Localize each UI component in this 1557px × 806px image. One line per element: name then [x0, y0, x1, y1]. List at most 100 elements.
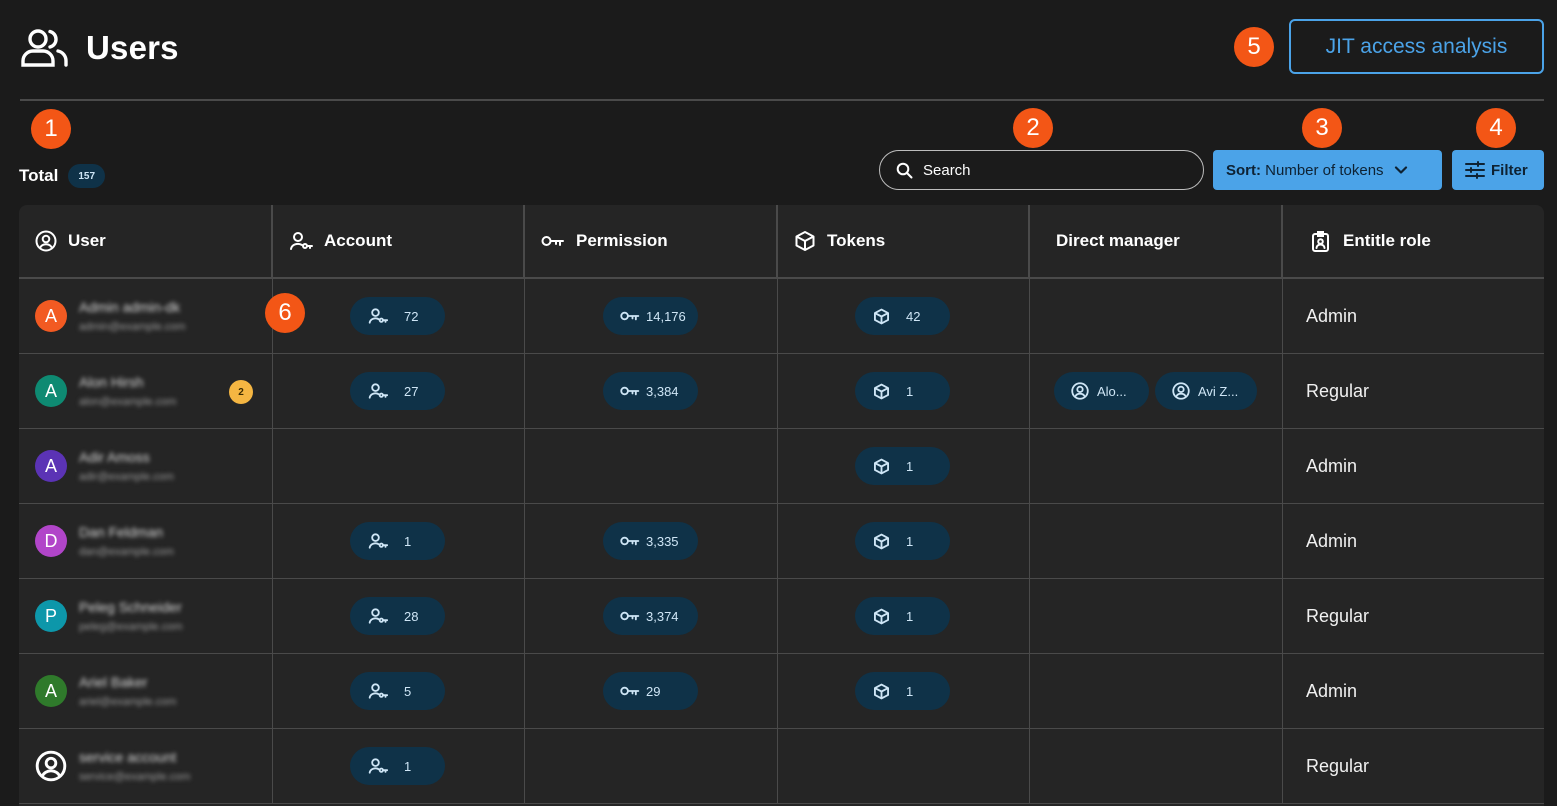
entitle-role-cell: Admin	[1283, 429, 1544, 503]
account-key-icon	[368, 682, 388, 700]
tokens-count-pill[interactable]: 1	[855, 447, 950, 485]
sort-button[interactable]: Sort: Number of tokens	[1213, 150, 1442, 190]
user-identity: Dan Feldman dan@example.com	[79, 524, 174, 558]
account-count-pill[interactable]: 28	[350, 597, 445, 635]
avatar: A	[35, 450, 67, 482]
user-email: admin@example.com	[79, 321, 186, 333]
filter-button[interactable]: Filter	[1452, 150, 1544, 190]
user-cell[interactable]: A Alon Hirsh alon@example.com 2	[19, 354, 273, 428]
column-header-tokens[interactable]: Tokens	[778, 205, 1030, 277]
total-badge: 157	[68, 164, 106, 188]
account-cell	[273, 429, 525, 503]
table-row[interactable]: A Admin admin-dk admin@example.com 72 14,176…	[19, 279, 1544, 354]
jit-access-analysis-button[interactable]: JIT access analysis	[1289, 19, 1544, 74]
tokens-cell	[778, 729, 1030, 803]
search-input[interactable]	[923, 161, 1183, 179]
avatar: A	[35, 300, 67, 332]
account-count-pill[interactable]: 72	[350, 297, 445, 335]
marker-4: 4	[1476, 108, 1516, 148]
table-row[interactable]: A Ariel Baker ariel@example.com 5 29 1 Admin	[19, 654, 1544, 729]
direct-manager-cell	[1030, 279, 1283, 353]
account-count-pill[interactable]: 1	[350, 747, 445, 785]
cube-icon	[873, 608, 890, 625]
permission-count-pill-value: 14,176	[646, 308, 686, 324]
user-cell[interactable]: P Peleg Schneider peleg@example.com	[19, 579, 273, 653]
entitle-role: Admin	[1306, 305, 1358, 326]
user-name: Ariel Baker	[79, 674, 148, 690]
user-circle-icon	[1071, 382, 1089, 400]
account-count-pill[interactable]: 5	[350, 672, 445, 710]
column-header-direct-manager[interactable]: Direct manager	[1030, 205, 1283, 277]
avatar: A	[35, 675, 67, 707]
direct-manager-cell	[1030, 429, 1283, 503]
account-key-icon	[368, 382, 388, 400]
permission-count-pill[interactable]: 3,374	[603, 597, 698, 635]
account-key-icon	[368, 757, 388, 775]
user-cell[interactable]: A Ariel Baker ariel@example.com	[19, 654, 273, 728]
column-header-label: Account	[324, 231, 392, 250]
permission-count-pill[interactable]: 3,384	[603, 372, 698, 410]
tokens-count-pill[interactable]: 1	[855, 522, 950, 560]
column-header-user[interactable]: User	[19, 205, 273, 277]
tokens-count-pill[interactable]: 42	[855, 297, 950, 335]
manager-chip[interactable]: Avi Z...	[1155, 372, 1257, 410]
entitle-role: Admin	[1306, 455, 1358, 476]
user-name: Dan Feldman	[79, 524, 164, 540]
table-row[interactable]: A Adir Amoss adir@example.com 1 Admin	[19, 429, 1544, 504]
manager-chip-value: Avi Z...	[1198, 383, 1239, 399]
search-box[interactable]	[879, 150, 1204, 190]
account-key-icon	[368, 607, 388, 625]
tokens-count-pill-value: 1	[906, 383, 914, 399]
tokens-count-pill[interactable]: 1	[855, 372, 950, 410]
entitle-role-cell: Admin	[1283, 504, 1544, 578]
account-cell: 27	[273, 354, 525, 428]
user-identity: Adir Amoss adir@example.com	[79, 449, 174, 483]
cube-icon	[873, 383, 890, 400]
permission-count-pill[interactable]: 29	[603, 672, 698, 710]
entitle-role-cell: Regular	[1283, 579, 1544, 653]
user-email: ariel@example.com	[79, 696, 177, 708]
account-key-icon	[368, 532, 388, 550]
page-header: Users	[20, 26, 179, 70]
tokens-count-pill-value: 42	[906, 308, 921, 324]
account-count-pill[interactable]: 1	[350, 522, 445, 560]
user-cell[interactable]: A Admin admin-dk admin@example.com	[19, 279, 273, 353]
table-row[interactable]: P Peleg Schneider peleg@example.com 28 3,374…	[19, 579, 1544, 654]
user-name: Adir Amoss	[79, 449, 150, 465]
key-icon	[541, 234, 565, 248]
marker-2: 2	[1013, 108, 1053, 148]
search-icon	[896, 162, 913, 179]
column-header-permission[interactable]: Permission	[525, 205, 778, 277]
table-row[interactable]: D Dan Feldman dan@example.com 1 3,335 1 Admin	[19, 504, 1544, 579]
marker-6: 6	[265, 293, 305, 333]
user-cell[interactable]: D Dan Feldman dan@example.com	[19, 504, 273, 578]
entitle-role: Regular	[1306, 605, 1370, 626]
column-header-account[interactable]: Account	[273, 205, 525, 277]
column-header-entitle-role[interactable]: Entitle role	[1283, 205, 1544, 277]
key-icon	[620, 535, 640, 547]
marker-3: 3	[1302, 108, 1342, 148]
total-label: Total	[19, 166, 59, 185]
column-header-label: Tokens	[827, 231, 886, 250]
cube-icon	[873, 458, 890, 475]
user-cell[interactable]: service account service@example.com	[19, 729, 273, 803]
tokens-count-pill[interactable]: 1	[855, 597, 950, 635]
user-cell[interactable]: A Adir Amoss adir@example.com	[19, 429, 273, 503]
entitle-role: Regular	[1306, 380, 1370, 401]
permission-cell: 3,335	[525, 504, 778, 578]
tokens-cell: 1	[778, 354, 1030, 428]
tokens-cell: 42	[778, 279, 1030, 353]
permission-count-pill[interactable]: 14,176	[603, 297, 698, 335]
users-table: User Account Permission Tokens Direct ma…	[19, 205, 1544, 806]
direct-manager-cell	[1030, 579, 1283, 653]
account-count-pill[interactable]: 27	[350, 372, 445, 410]
manager-chip[interactable]: Alo...	[1054, 372, 1149, 410]
permission-cell: 3,384	[525, 354, 778, 428]
tokens-count-pill[interactable]: 1	[855, 672, 950, 710]
entitle-role: Admin	[1306, 680, 1358, 701]
permission-cell	[525, 429, 778, 503]
table-row[interactable]: service account service@example.com 1 Regul…	[19, 729, 1544, 804]
permission-count-pill[interactable]: 3,335	[603, 522, 698, 560]
table-row[interactable]: A Alon Hirsh alon@example.com 2 27 3,384 1 Alo.…	[19, 354, 1544, 429]
account-count-pill-value: 1	[404, 533, 412, 549]
